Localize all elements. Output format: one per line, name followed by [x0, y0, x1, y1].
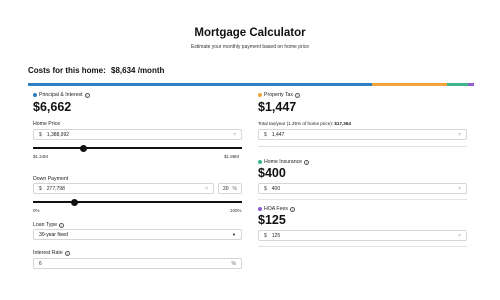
home-insurance-label: Home Insurance [264, 159, 303, 165]
down-payment-slider-track[interactable] [33, 201, 242, 203]
monthly-cost-summary: Costs for this home: $8,634 /month [28, 66, 164, 75]
home-price-slider-handle[interactable] [79, 144, 87, 152]
property-tax-note-value: $17,364 [334, 121, 351, 126]
interest-rate-value[interactable]: 6 [39, 261, 232, 267]
breakdown-segment-hoa-fees [467, 83, 474, 86]
loan-type-select[interactable]: 30-year fixed ▼ [33, 229, 242, 240]
chevron-down-icon: ▼ [232, 232, 236, 237]
property-tax-amount: $1,447 [258, 100, 297, 114]
info-icon[interactable]: i [304, 159, 310, 165]
currency-prefix: $ [39, 185, 42, 192]
home-price-slider-max: $1.86M [224, 154, 240, 159]
property-tax-label-row: Property Tax i [258, 92, 301, 98]
loan-type-label-row: Loan Type i [33, 222, 65, 228]
breakdown-segment-home-insurance [447, 83, 468, 86]
info-icon[interactable]: i [295, 92, 301, 98]
clear-icon[interactable]: × [233, 132, 236, 138]
property-tax-note-label: Total tax/year (1.25% of home price): [258, 121, 334, 126]
home-insurance-value[interactable]: 400 [272, 186, 458, 192]
breakdown-segment-property-tax [372, 83, 448, 86]
clear-icon[interactable]: × [205, 186, 208, 192]
home-price-slider-min: $1.24M [33, 154, 49, 159]
currency-prefix: $ [264, 232, 267, 239]
home-price-input[interactable]: $ 1,388,992 × [33, 129, 242, 140]
property-tax-input[interactable]: $ 1,447 × [258, 129, 467, 140]
down-payment-percent[interactable]: 20 [223, 186, 233, 192]
percent-suffix: % [231, 260, 236, 267]
principal-label: Principal & Interest [39, 92, 83, 98]
breakdown-segment-principal-interest [28, 83, 373, 86]
hoa-fees-label-row: HOA Fees i [258, 206, 295, 212]
page-title: Mortgage Calculator [194, 27, 306, 39]
info-icon[interactable]: i [59, 222, 65, 228]
interest-rate-input[interactable]: 6 % [33, 258, 242, 269]
clear-icon[interactable]: × [458, 132, 461, 138]
property-tax-label: Property Tax [264, 92, 294, 98]
down-payment-input[interactable]: $ 277,798 × [33, 183, 214, 194]
down-payment-value[interactable]: 277,798 [47, 186, 205, 192]
down-payment-slider-min: 0% [33, 208, 40, 213]
down-payment-label: Down Payment [33, 176, 69, 182]
down-payment-percent-input[interactable]: 20 % [218, 183, 242, 194]
hoa-fees-value[interactable]: 125 [272, 233, 458, 239]
home-price-label: Home Price [33, 121, 61, 127]
currency-prefix: $ [264, 185, 267, 192]
clear-icon[interactable]: × [458, 233, 461, 239]
home-price-value[interactable]: 1,388,992 [47, 132, 233, 138]
property-tax-note: Total tax/year (1.25% of home price): $1… [258, 121, 351, 126]
hoa-fees-color-dot [258, 207, 262, 211]
interest-rate-label-row: Interest Rate i [33, 250, 70, 256]
loan-type-value: 30-year fixed [39, 231, 68, 238]
property-tax-value[interactable]: 1,447 [272, 132, 458, 138]
currency-prefix: $ [39, 131, 42, 138]
down-payment-slider-handle[interactable] [71, 198, 79, 206]
principal-color-dot [33, 93, 37, 97]
currency-prefix: $ [264, 131, 267, 138]
home-price-slider-track[interactable] [33, 147, 242, 149]
cost-breakdown-bar [28, 83, 474, 86]
monthly-cost-period: /month [137, 66, 165, 75]
hoa-fees-input[interactable]: $ 125 × [258, 230, 467, 241]
info-icon[interactable]: i [84, 92, 90, 98]
down-payment-slider-max: 100% [230, 208, 242, 213]
property-tax-color-dot [258, 93, 262, 97]
divider [258, 146, 467, 147]
divider [258, 246, 467, 247]
principal-label-row: Principal & Interest i [33, 92, 90, 98]
hoa-fees-label: HOA Fees [264, 206, 288, 212]
clear-icon[interactable]: × [458, 186, 461, 192]
monthly-cost-label: Costs for this home: [28, 66, 106, 75]
loan-type-label: Loan Type [33, 222, 58, 228]
interest-rate-label: Interest Rate [33, 250, 63, 256]
home-insurance-input[interactable]: $ 400 × [258, 183, 467, 194]
info-icon[interactable]: i [289, 206, 295, 212]
info-icon[interactable]: i [64, 250, 70, 256]
home-insurance-color-dot [258, 160, 262, 164]
home-insurance-label-row: Home Insurance i [258, 159, 310, 165]
principal-amount: $6,662 [33, 100, 72, 114]
page-subtitle: Estimate your monthly payment based on h… [190, 44, 310, 50]
home-insurance-amount: $400 [258, 166, 286, 180]
monthly-cost-amount: $8,634 [111, 66, 136, 75]
percent-suffix: % [232, 185, 237, 192]
divider [258, 199, 467, 200]
hoa-fees-amount: $125 [258, 213, 286, 227]
